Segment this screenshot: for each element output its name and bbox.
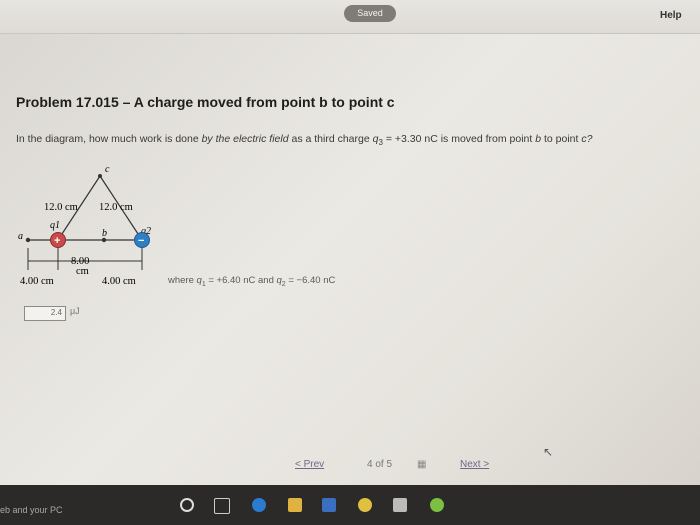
point-a-dot [25, 237, 31, 243]
taskbar-search[interactable]: eb and your PC [0, 505, 63, 515]
to-point: to point [541, 133, 582, 145]
prev-button[interactable]: < Prev [295, 459, 324, 470]
left-distance: 4.00 cm [20, 276, 54, 287]
q1-value: = +6.40 nC and [205, 275, 277, 286]
page-count: 4 of 5 [367, 459, 393, 470]
point-c-dot [98, 174, 102, 178]
pagination: < Prev 4 of 5 ▦ Next > [295, 458, 510, 474]
store-icon[interactable] [322, 498, 336, 512]
left-side-length: 12.0 cm [44, 202, 78, 213]
task-view-icon[interactable] [214, 498, 230, 514]
charge-values-text: where q1 = +6.40 nC and q2 = −6.40 nC [168, 275, 335, 288]
help-button[interactable]: Help [660, 10, 682, 21]
point-c-text: c [105, 164, 110, 175]
q3-value: = +3.30 nC is moved from point [382, 133, 536, 145]
chrome-icon[interactable] [358, 498, 372, 512]
next-button[interactable]: Next > [460, 459, 489, 470]
charge-diagram: c a b 12.0 cm 12.0 cm q1 q2 + − 8.00 cm … [18, 164, 151, 287]
taskbar: eb and your PC [0, 485, 700, 525]
center-distance-unit: cm [76, 266, 89, 277]
q2-sign: − [138, 235, 144, 247]
problem-title: Problem 17.015 – A charge moved from poi… [16, 94, 395, 110]
mail-icon[interactable] [393, 498, 407, 512]
question-mid: as a third charge [288, 133, 373, 145]
answer-input[interactable]: 2.4 [24, 306, 66, 321]
question-text: In the diagram, how much work is done by… [16, 133, 686, 147]
answer-value: 2.4 [50, 308, 62, 317]
right-distance: 4.00 cm [102, 276, 136, 287]
edge-icon[interactable] [252, 498, 266, 512]
where-prefix: where [168, 275, 197, 286]
q1-label: q1 [50, 220, 60, 231]
question-start: In the diagram, how much work is done [16, 133, 202, 145]
top-bar: Saved Help [0, 0, 700, 34]
q1-sign: + [54, 235, 60, 247]
point-a-text: a [18, 231, 23, 242]
question-italic: by the electric field [201, 133, 289, 145]
point-c-label: c? [581, 133, 593, 145]
app-icon[interactable] [430, 498, 444, 512]
cortana-icon[interactable] [180, 498, 194, 512]
grid-icon[interactable]: ▦ [417, 459, 426, 470]
right-side-length: 12.0 cm [99, 202, 133, 213]
answer-unit: μJ [70, 306, 80, 316]
point-b-text: b [102, 228, 107, 239]
saved-status-badge: Saved [344, 5, 396, 22]
q2-value: = −6.40 nC [285, 275, 336, 286]
mouse-cursor-icon: ↖ [543, 445, 554, 459]
file-explorer-icon[interactable] [288, 498, 302, 512]
